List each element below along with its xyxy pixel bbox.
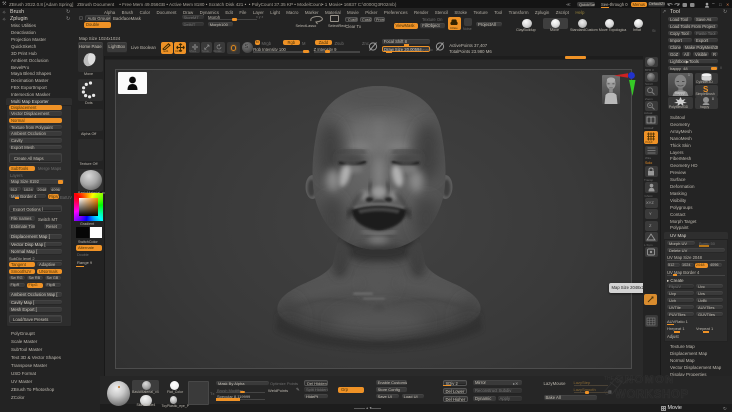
svg-text:THE: THE: [604, 376, 615, 382]
svg-text:GNOMON: GNOMON: [615, 374, 675, 386]
svg-text:WORKSHOP: WORKSHOP: [615, 389, 689, 401]
